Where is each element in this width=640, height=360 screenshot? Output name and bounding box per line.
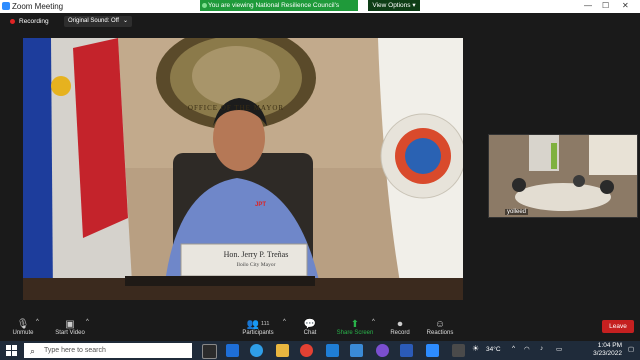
self-view-thumbnail[interactable]: yolleed: [488, 134, 638, 218]
unmute-button[interactable]: 🎙 Unmute: [8, 318, 38, 337]
viber-icon[interactable]: [376, 344, 389, 357]
nameplate-name: Hon. Jerry P. Treñas: [223, 250, 289, 259]
word-icon[interactable]: [400, 344, 413, 357]
smiley-icon: ☺: [434, 318, 446, 330]
zoom-icon: [2, 2, 10, 10]
chat-button[interactable]: 💬 Chat: [296, 318, 324, 337]
chat-label: Chat: [303, 330, 317, 336]
share-options-caret[interactable]: ^: [372, 319, 375, 325]
original-sound-label: Original Sound: Off: [68, 18, 119, 24]
title-bar: Zoom Meeting You are viewing National Re…: [0, 0, 640, 20]
participants-icon: 👥 111: [246, 318, 270, 330]
notifications-icon[interactable]: ▢: [628, 345, 634, 353]
maximize-button[interactable]: ☐: [602, 1, 609, 10]
self-view-name: yolleed: [505, 209, 529, 215]
share-screen-label: Share Screen: [336, 330, 374, 336]
network-icon[interactable]: ◠: [524, 345, 530, 353]
share-status-icon: [202, 3, 207, 8]
recording-dot-icon: [10, 19, 15, 24]
close-button[interactable]: ✕: [622, 1, 629, 10]
recording-indicator[interactable]: Recording: [10, 16, 49, 27]
minimize-button[interactable]: —: [584, 1, 592, 10]
file-explorer-icon[interactable]: [276, 344, 289, 357]
self-view-scene: [489, 135, 637, 217]
tray-chevron-icon[interactable]: ^: [512, 345, 515, 352]
start-video-label: Start Video: [55, 330, 85, 336]
video-scene: [23, 38, 463, 300]
window-title: Zoom Meeting: [12, 2, 64, 11]
clock-time: 1:04 PM: [597, 342, 622, 349]
reactions-label: Reactions: [426, 330, 454, 336]
recording-label: Recording: [19, 18, 49, 25]
meeting-toolbar: 🎙 Unmute ^ ▣ Start Video ^ 👥 111 Particip…: [0, 315, 640, 341]
widgets-icon[interactable]: [226, 344, 239, 357]
edge-browser-icon[interactable]: [250, 344, 263, 357]
microphone-muted-icon: 🎙: [16, 318, 30, 330]
battery-icon[interactable]: ▭: [556, 345, 562, 353]
clock-date: 3/23/2022: [593, 350, 622, 357]
video-camera-off-icon: ▣: [65, 318, 75, 330]
shirt-logo: JPT: [255, 202, 267, 208]
record-icon: ⏺: [397, 318, 403, 330]
chat-bubble-icon: 💬: [303, 318, 317, 330]
original-sound-dropdown[interactable]: Original Sound: Off ⌄: [64, 16, 132, 27]
nameplate: [180, 243, 308, 277]
chrome-browser-icon[interactable]: [300, 344, 313, 357]
nameplate-title: Iloilo City Mayor: [236, 262, 276, 268]
chevron-down-icon: ⌄: [122, 18, 128, 24]
weather-icon[interactable]: ☀: [472, 344, 479, 353]
windows-start-icon[interactable]: [6, 345, 17, 356]
record-button[interactable]: ⏺ Record: [386, 318, 414, 337]
start-video-button[interactable]: ▣ Start Video: [50, 318, 90, 337]
share-screen-icon: ⬆: [350, 318, 360, 330]
zoom-taskbar-icon[interactable]: [426, 344, 439, 357]
taskbar-clock[interactable]: 1:04 PM 3/23/2022: [586, 342, 622, 358]
app-icon[interactable]: [452, 344, 465, 357]
participants-label: Participants: [242, 330, 274, 336]
volume-icon[interactable]: ♪: [540, 345, 543, 352]
leave-button[interactable]: Leave: [602, 320, 634, 333]
participants-count: 111: [261, 321, 270, 327]
search-icon: ⌕: [30, 346, 36, 356]
video-options-caret[interactable]: ^: [86, 319, 89, 325]
screen-share-banner: You are viewing National Resilience Coun…: [200, 0, 358, 20]
view-options-label: View Options: [372, 2, 411, 9]
unmute-label: Unmute: [12, 330, 34, 336]
task-view-icon[interactable]: [202, 344, 217, 359]
windows-taskbar: ⌕ Type here to search ☀ 34°C ^ ◠ ♪ ▭ 1:0…: [0, 341, 640, 360]
shared-screen-video: Hon. Jerry P. Treñas Iloilo City Mayor O…: [23, 38, 463, 300]
temperature: 34°C: [486, 346, 501, 353]
seal-text: OFFICE OF THE MAYOR: [187, 104, 285, 112]
taskbar-search-box[interactable]: ⌕ Type here to search: [24, 343, 192, 358]
participants-button[interactable]: 👥 111 Participants: [238, 318, 278, 337]
mail-icon[interactable]: [350, 344, 363, 357]
record-label: Record: [390, 330, 410, 336]
view-options-button[interactable]: View Options ▾: [368, 0, 420, 11]
store-icon[interactable]: [326, 344, 339, 357]
share-screen-button[interactable]: ⬆ Share Screen: [334, 318, 376, 337]
reactions-button[interactable]: ☺ Reactions: [424, 318, 456, 337]
search-placeholder: Type here to search: [44, 347, 106, 354]
participants-options-caret[interactable]: ^: [283, 319, 286, 325]
audio-options-caret[interactable]: ^: [36, 319, 39, 325]
